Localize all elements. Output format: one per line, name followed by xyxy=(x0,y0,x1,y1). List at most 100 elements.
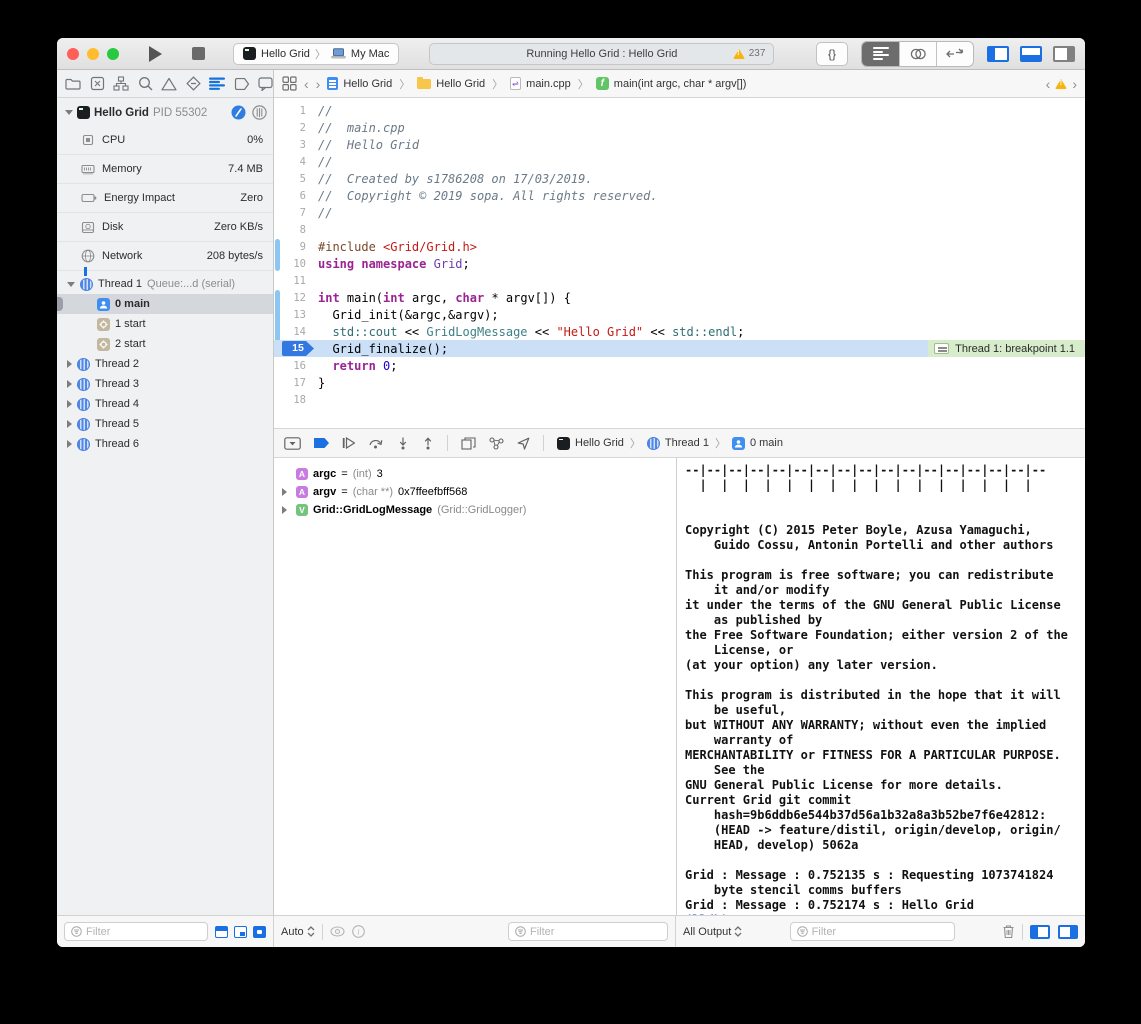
navigator-tab debug-icon[interactable] xyxy=(209,75,225,92)
standard-editor-button[interactable] xyxy=(862,42,899,66)
line-number[interactable]: 5 xyxy=(274,173,318,185)
code-line[interactable]: 6// Copyright © 2019 sopa. All rights re… xyxy=(274,187,1085,204)
stack-frame-row[interactable]: 2 start xyxy=(57,334,273,354)
disclosure-triangle-icon[interactable] xyxy=(67,380,72,388)
disclosure-triangle-icon[interactable] xyxy=(67,440,72,448)
thread-row[interactable]: Thread 4 xyxy=(57,394,273,414)
warning-cluster[interactable]: 237 xyxy=(733,44,766,64)
line-number[interactable]: 10 xyxy=(274,258,318,270)
step-out-icon[interactable] xyxy=(422,437,434,450)
continue-icon[interactable] xyxy=(342,437,355,449)
line-number[interactable]: 8 xyxy=(274,224,318,236)
variables-filter-input[interactable]: Filter xyxy=(508,922,668,941)
close-window-button[interactable] xyxy=(67,48,79,60)
step-over-icon[interactable] xyxy=(368,437,384,449)
navigator-tab symbol-icon[interactable] xyxy=(113,75,129,92)
thread-row[interactable]: Thread 3 xyxy=(57,374,273,394)
scheme-selector[interactable]: Hello Grid 〉 My Mac xyxy=(233,43,399,65)
code-line[interactable]: 8 xyxy=(274,221,1085,238)
code-line[interactable]: 12int main(int argc, char * argv[]) { xyxy=(274,289,1085,306)
code-line[interactable]: 10using namespace Grid; xyxy=(274,255,1085,272)
quicklook-eye-icon[interactable] xyxy=(330,926,345,937)
code-line[interactable]: 11 xyxy=(274,272,1085,289)
line-number[interactable]: 6 xyxy=(274,190,318,202)
line-number[interactable]: 11 xyxy=(274,275,318,287)
view-mode-ui-icon[interactable] xyxy=(253,926,266,938)
line-number[interactable]: 17 xyxy=(274,377,318,389)
view-hierarchy-icon[interactable] xyxy=(461,437,476,450)
jumpbar-crumb[interactable]: Hello Grid xyxy=(327,77,392,90)
variable-row[interactable]: A argc = (int) 3 xyxy=(282,465,668,483)
thread-row[interactable]: Thread 1 Queue:...d (serial) xyxy=(57,274,273,294)
stop-button[interactable] xyxy=(192,47,205,60)
toggle-inspectors-button[interactable] xyxy=(1053,46,1075,62)
view-mode-queues-icon[interactable] xyxy=(234,926,247,938)
assistant-editor-button[interactable] xyxy=(899,42,936,66)
gauge-row-memory[interactable]: Memory 7.4 MB xyxy=(57,154,273,183)
navigator-tab breakpoint-icon[interactable] xyxy=(234,75,250,92)
info-icon[interactable]: i xyxy=(352,925,365,938)
variable-row[interactable]: A argv = (char **) 0x7ffeefbff568 xyxy=(282,483,668,501)
pause-debug-icon[interactable] xyxy=(231,105,246,120)
related-items-icon[interactable] xyxy=(282,76,297,91)
line-number[interactable]: 18 xyxy=(274,394,318,406)
code-line[interactable]: 3// Hello Grid xyxy=(274,136,1085,153)
thread-row[interactable]: Thread 6 xyxy=(57,434,273,454)
variables-scope-popup[interactable]: Auto xyxy=(281,926,315,938)
code-line[interactable]: 4// xyxy=(274,153,1085,170)
memory-graph-circle-icon[interactable] xyxy=(252,105,267,120)
gauge-row-energy-impact[interactable]: Energy Impact Zero xyxy=(57,183,273,212)
disclosure-triangle-icon[interactable] xyxy=(67,420,72,428)
next-issue-button[interactable]: › xyxy=(1072,76,1077,92)
thread-row[interactable]: Thread 5 xyxy=(57,414,273,434)
process-row[interactable]: Hello Grid PID 55302 xyxy=(57,98,273,125)
go-back-button[interactable]: ‹ xyxy=(304,77,309,91)
version-editor-button[interactable] xyxy=(936,42,973,66)
stack-frame-row[interactable]: 1 start xyxy=(57,314,273,334)
debug-crumb[interactable]: Hello Grid xyxy=(557,437,624,450)
line-number[interactable]: 4 xyxy=(274,156,318,168)
run-button[interactable] xyxy=(149,46,162,62)
breakpoint-badge[interactable]: 15 xyxy=(282,341,314,356)
code-line[interactable]: 13 Grid_init(&argc,&argv); xyxy=(274,306,1085,323)
code-line[interactable]: 2// main.cpp xyxy=(274,119,1085,136)
navigator-tab report-icon[interactable] xyxy=(258,75,273,92)
disclosure-triangle-icon[interactable] xyxy=(67,360,72,368)
source-editor[interactable]: 1//2// main.cpp3// Hello Grid4//5// Crea… xyxy=(274,98,1085,428)
view-mode-threads-icon[interactable] xyxy=(215,926,228,938)
line-number[interactable]: 9 xyxy=(274,241,318,253)
navigator-tab search-icon[interactable] xyxy=(138,75,153,92)
code-line[interactable]: 7// xyxy=(274,204,1085,221)
debug-crumb[interactable]: Thread 1 xyxy=(647,437,709,450)
line-number[interactable]: 7 xyxy=(274,207,318,219)
console-output[interactable]: --|--|--|--|--|--|--|--|--|--|--|--|--|-… xyxy=(676,458,1085,915)
line-number[interactable]: 12 xyxy=(274,292,318,304)
clear-console-trash-icon[interactable] xyxy=(1002,924,1015,939)
code-line[interactable]: 18 xyxy=(274,391,1085,408)
breakpoint-annotation[interactable]: Thread 1: breakpoint 1.1 xyxy=(928,340,1085,357)
code-line[interactable]: 17} xyxy=(274,374,1085,391)
previous-issue-button[interactable]: ‹ xyxy=(1046,76,1051,92)
disclosure-triangle-icon[interactable] xyxy=(282,488,291,496)
thread-row[interactable]: Thread 2 xyxy=(57,354,273,374)
line-number[interactable]: 14 xyxy=(274,326,318,338)
line-number[interactable]: 13 xyxy=(274,309,318,321)
show-console-button[interactable] xyxy=(1058,925,1078,939)
disclosure-triangle-icon[interactable] xyxy=(67,282,75,287)
code-snippets-button[interactable]: {} xyxy=(816,42,848,66)
gauge-row-network[interactable]: Network 208 bytes/s xyxy=(57,241,273,270)
code-line[interactable]: 9#include <Grid/Grid.h> xyxy=(274,238,1085,255)
toggle-debug-area-button[interactable] xyxy=(1020,46,1042,62)
zoom-window-button[interactable] xyxy=(107,48,119,60)
line-number[interactable]: 1 xyxy=(274,105,318,117)
toggle-navigator-button[interactable] xyxy=(987,46,1009,62)
gauge-row-disk[interactable]: Disk Zero KB/s xyxy=(57,212,273,241)
go-forward-button[interactable]: › xyxy=(316,77,321,91)
disclosure-triangle-icon[interactable] xyxy=(282,506,291,514)
navigator-tab issue-icon[interactable] xyxy=(161,75,177,92)
jumpbar-crumb[interactable]: Hello Grid xyxy=(417,78,485,90)
gauge-row-cpu[interactable]: CPU 0% xyxy=(57,125,273,154)
debug-crumb[interactable]: 0 main xyxy=(732,437,783,450)
memory-graph-icon[interactable] xyxy=(489,437,504,450)
navigator-tab project-icon[interactable] xyxy=(65,75,81,92)
